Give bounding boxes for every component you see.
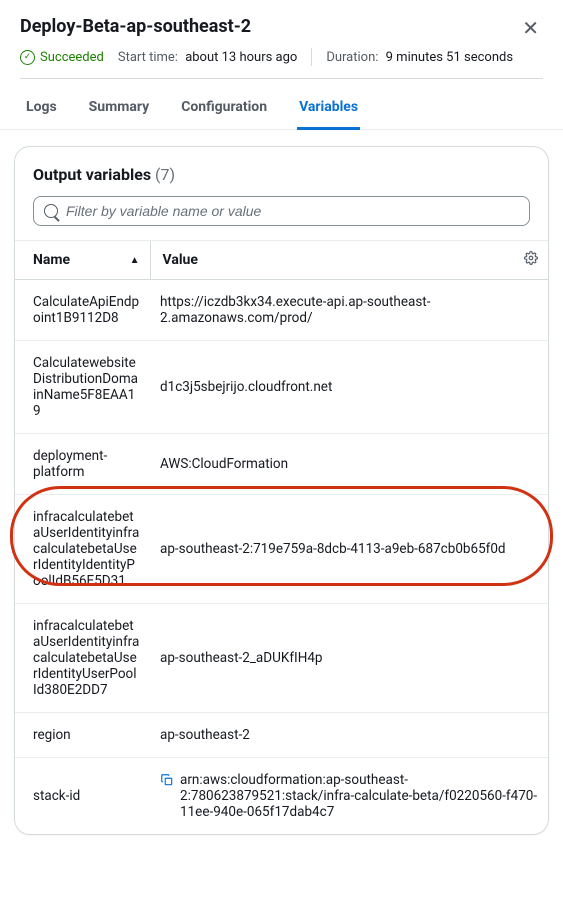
filter-input[interactable] [66, 203, 519, 219]
var-value: ap-southeast-2_aDUKfIH4p [150, 604, 548, 713]
table-row: CalculatewebsiteDistributionDomainName5F… [15, 341, 548, 434]
success-check-icon: ✓ [20, 50, 35, 65]
duration-value: 9 minutes 51 seconds [386, 50, 513, 65]
var-value: AWS:CloudFormation [150, 434, 548, 495]
table-row: CalculateApiEndpoint1B9112D8 https://icz… [15, 280, 548, 341]
var-value: https://iczdb3kx34.execute-api.ap-southe… [150, 280, 548, 341]
table-row: infracalculatebetaUserIdentityinfracalcu… [15, 495, 548, 604]
var-name: CalculatewebsiteDistributionDomainName5F… [15, 341, 150, 434]
var-value: ap-southeast-2 [150, 713, 548, 758]
status-badge: ✓ Succeeded [20, 50, 104, 65]
variables-table: Name ▲ Value CalculateApiEndpoint1B9112D… [15, 240, 548, 834]
tab-configuration[interactable]: Configuration [179, 89, 269, 130]
close-button[interactable]: ✕ [518, 16, 543, 40]
details-panel: Deploy-Beta-ap-southeast-2 ✕ ✓ Succeeded… [0, 0, 563, 79]
start-time-label: Start time: [118, 50, 178, 65]
var-name: stack-id [15, 758, 150, 835]
tab-logs[interactable]: Logs [24, 89, 59, 130]
start-time: Start time: about 13 hours ago [118, 50, 297, 65]
column-name-label: Name [33, 252, 70, 268]
var-name: region [15, 713, 150, 758]
duration: Duration: 9 minutes 51 seconds [326, 50, 513, 65]
tab-variables[interactable]: Variables [297, 89, 360, 130]
table-row: region ap-southeast-2 [15, 713, 548, 758]
sort-asc-icon: ▲ [130, 255, 140, 266]
table-row: infracalculatebetaUserIdentityinfracalcu… [15, 604, 548, 713]
var-name: CalculateApiEndpoint1B9112D8 [15, 280, 150, 341]
status-text: Succeeded [40, 50, 104, 65]
copy-button[interactable] [160, 773, 174, 791]
card-title: Output variables (7) [15, 165, 548, 196]
filter-input-wrap[interactable] [33, 196, 530, 226]
page-title: Deploy-Beta-ap-southeast-2 [20, 16, 251, 37]
column-value-label: Value [163, 252, 198, 268]
var-name: infracalculatebetaUserIdentityinfracalcu… [15, 604, 150, 713]
search-icon [44, 204, 58, 218]
vertical-divider [311, 48, 312, 66]
var-value: d1c3j5sbejrijo.cloudfront.net [150, 341, 548, 434]
output-variables-card: Output variables (7) Name ▲ Value [14, 146, 549, 835]
meta-bar: ✓ Succeeded Start time: about 13 hours a… [20, 48, 543, 66]
column-header-name[interactable]: Name ▲ [33, 252, 140, 268]
var-name: deployment-platform [15, 434, 150, 495]
var-name: infracalculatebetaUserIdentityinfracalcu… [15, 495, 150, 604]
horizontal-divider [20, 78, 543, 79]
column-header-value[interactable]: Value [163, 251, 539, 269]
settings-icon[interactable] [524, 251, 538, 269]
tab-summary[interactable]: Summary [87, 89, 152, 130]
tab-bar: Logs Summary Configuration Variables [0, 89, 563, 130]
table-row: deployment-platform AWS:CloudFormation [15, 434, 548, 495]
start-time-value: about 13 hours ago [185, 50, 297, 65]
var-value: arn:aws:cloudformation:ap-southeast-2:78… [180, 772, 538, 820]
duration-label: Duration: [326, 50, 378, 65]
card-count: (7) [155, 165, 175, 184]
table-row: stack-id arn:aws:cloudformation:ap-south… [15, 758, 548, 835]
var-value: ap-southeast-2:719e759a-8dcb-4113-a9eb-6… [150, 495, 548, 604]
card-title-text: Output variables [33, 165, 151, 184]
